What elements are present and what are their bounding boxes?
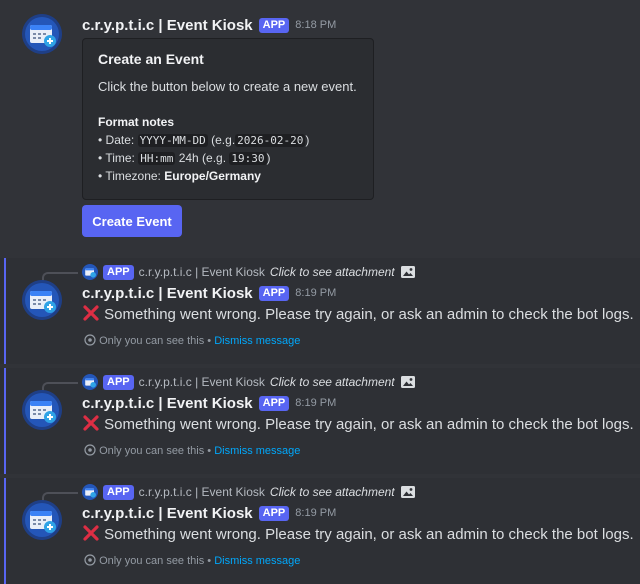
reply-preview[interactable]: APP c.r.y.p.t.i.c | Event Kiosk Click to… bbox=[82, 483, 416, 501]
image-icon bbox=[400, 376, 415, 388]
ephemeral-note: Only you can see this • Dismiss message bbox=[84, 334, 300, 347]
dismiss-message-link[interactable]: Dismiss message bbox=[214, 555, 300, 567]
message-header: c.r.y.p.t.i.c | Event Kiosk APP 8:18 PM bbox=[82, 15, 336, 35]
reply-attachment-link[interactable]: Click to see attachment bbox=[270, 265, 395, 279]
error-message: Something went wrong. Please try again, … bbox=[82, 304, 634, 323]
calendar-plus-icon bbox=[82, 264, 98, 280]
date-example-code: 2026-02-20 bbox=[235, 134, 306, 147]
ephemeral-accent-bar bbox=[4, 368, 6, 474]
ephemeral-message: APP c.r.y.p.t.i.c | Event Kiosk Click to… bbox=[0, 258, 640, 364]
ephemeral-accent-bar bbox=[4, 258, 6, 364]
date-example-close: ) bbox=[305, 133, 310, 147]
timestamp: 8:19 PM bbox=[295, 397, 337, 409]
reply-preview[interactable]: APP c.r.y.p.t.i.c | Event Kiosk Click to… bbox=[82, 263, 416, 281]
timezone-value: Europe/Germany bbox=[164, 169, 261, 183]
ephemeral-message: APP c.r.y.p.t.i.c | Event Kiosk Click to… bbox=[0, 368, 640, 474]
bot-avatar[interactable] bbox=[22, 280, 62, 320]
timestamp: 8:19 PM bbox=[295, 507, 337, 519]
reply-author: c.r.y.p.t.i.c | Event Kiosk bbox=[138, 485, 265, 499]
reply-attachment-link[interactable]: Click to see attachment bbox=[270, 375, 395, 389]
reply-app-badge: APP bbox=[103, 374, 134, 390]
date-format-line: • Date: YYYY-MM-DD (e.g. 2026-02-20) bbox=[98, 133, 309, 147]
app-badge: APP bbox=[258, 17, 290, 33]
embed-title: Create an Event bbox=[98, 51, 204, 67]
date-example-open: (e.g. bbox=[211, 133, 236, 147]
reply-preview[interactable]: APP c.r.y.p.t.i.c | Event Kiosk Click to… bbox=[82, 373, 416, 391]
ephemeral-note: Only you can see this • Dismiss message bbox=[84, 554, 300, 567]
bot-name[interactable]: c.r.y.p.t.i.c | Event Kiosk bbox=[82, 285, 253, 302]
ephemeral-text: Only you can see this • bbox=[99, 445, 212, 457]
time-example-close: ) bbox=[266, 151, 271, 165]
ephemeral-note: Only you can see this • Dismiss message bbox=[84, 444, 300, 457]
embed-card: Create an Event Click the button below t… bbox=[82, 38, 374, 200]
date-prefix: • Date: bbox=[98, 133, 135, 147]
dismiss-message-link[interactable]: Dismiss message bbox=[214, 335, 300, 347]
image-icon bbox=[400, 486, 415, 498]
timestamp: 8:19 PM bbox=[295, 287, 337, 299]
ephemeral-accent-bar bbox=[4, 478, 6, 584]
error-text: Something went wrong. Please try again, … bbox=[104, 416, 634, 433]
message-header: c.r.y.p.t.i.c | Event Kiosk APP 8:19 PM bbox=[82, 393, 336, 413]
reply-author: c.r.y.p.t.i.c | Event Kiosk bbox=[138, 265, 265, 279]
embed-description: Click the button below to create a new e… bbox=[98, 79, 357, 94]
ephemeral-message: APP c.r.y.p.t.i.c | Event Kiosk Click to… bbox=[0, 478, 640, 584]
error-text: Something went wrong. Please try again, … bbox=[104, 306, 634, 323]
app-badge: APP bbox=[258, 395, 290, 411]
calendar-plus-icon bbox=[82, 484, 98, 500]
time-format-code: HH:mm bbox=[138, 152, 176, 165]
bot-avatar[interactable] bbox=[22, 390, 62, 430]
eye-icon bbox=[84, 554, 96, 566]
reply-author: c.r.y.p.t.i.c | Event Kiosk bbox=[138, 375, 265, 389]
timestamp: 8:18 PM bbox=[295, 19, 337, 31]
eye-icon bbox=[84, 334, 96, 346]
ephemeral-text: Only you can see this • bbox=[99, 335, 212, 347]
reply-app-badge: APP bbox=[103, 484, 134, 500]
create-event-button[interactable]: Create Event bbox=[82, 205, 182, 237]
reply-attachment-link[interactable]: Click to see attachment bbox=[270, 485, 395, 499]
calendar-plus-icon bbox=[22, 280, 62, 320]
calendar-plus-icon bbox=[22, 500, 62, 540]
eye-icon bbox=[84, 444, 96, 456]
bot-name[interactable]: c.r.y.p.t.i.c | Event Kiosk bbox=[82, 395, 253, 412]
cross-mark-icon bbox=[83, 305, 99, 321]
error-message: Something went wrong. Please try again, … bbox=[82, 524, 634, 543]
format-heading: Format notes bbox=[98, 115, 175, 129]
timezone-prefix: • Timezone: bbox=[98, 169, 161, 183]
calendar-plus-icon bbox=[22, 14, 62, 54]
image-icon bbox=[400, 266, 415, 278]
cross-mark-icon bbox=[83, 415, 99, 431]
dismiss-message-link[interactable]: Dismiss message bbox=[214, 445, 300, 457]
date-format-code: YYYY-MM-DD bbox=[137, 134, 208, 147]
reply-app-badge: APP bbox=[103, 264, 134, 280]
bot-name[interactable]: c.r.y.p.t.i.c | Event Kiosk bbox=[82, 505, 253, 522]
error-text: Something went wrong. Please try again, … bbox=[104, 526, 634, 543]
message-header: c.r.y.p.t.i.c | Event Kiosk APP 8:19 PM bbox=[82, 503, 336, 523]
bot-avatar[interactable] bbox=[22, 14, 62, 54]
calendar-plus-icon bbox=[82, 374, 98, 390]
time-prefix: • Time: bbox=[98, 151, 135, 165]
cross-mark-icon bbox=[83, 525, 99, 541]
bot-name[interactable]: c.r.y.p.t.i.c | Event Kiosk bbox=[82, 17, 253, 34]
bot-avatar[interactable] bbox=[22, 500, 62, 540]
timezone-line: • Timezone: Europe/Germany bbox=[98, 169, 261, 183]
app-badge: APP bbox=[258, 505, 290, 521]
time-example-code: 19:30 bbox=[229, 152, 267, 165]
calendar-plus-icon bbox=[22, 390, 62, 430]
time-format-line: • Time: HH:mm 24h (e.g. 19:30) bbox=[98, 151, 271, 165]
app-badge: APP bbox=[258, 285, 290, 301]
time-suffix: 24h (e.g. bbox=[178, 151, 227, 165]
ephemeral-text: Only you can see this • bbox=[99, 555, 212, 567]
reply-avatar bbox=[82, 374, 98, 390]
message-header: c.r.y.p.t.i.c | Event Kiosk APP 8:19 PM bbox=[82, 283, 336, 303]
reply-avatar bbox=[82, 484, 98, 500]
error-message: Something went wrong. Please try again, … bbox=[82, 414, 634, 433]
reply-avatar bbox=[82, 264, 98, 280]
